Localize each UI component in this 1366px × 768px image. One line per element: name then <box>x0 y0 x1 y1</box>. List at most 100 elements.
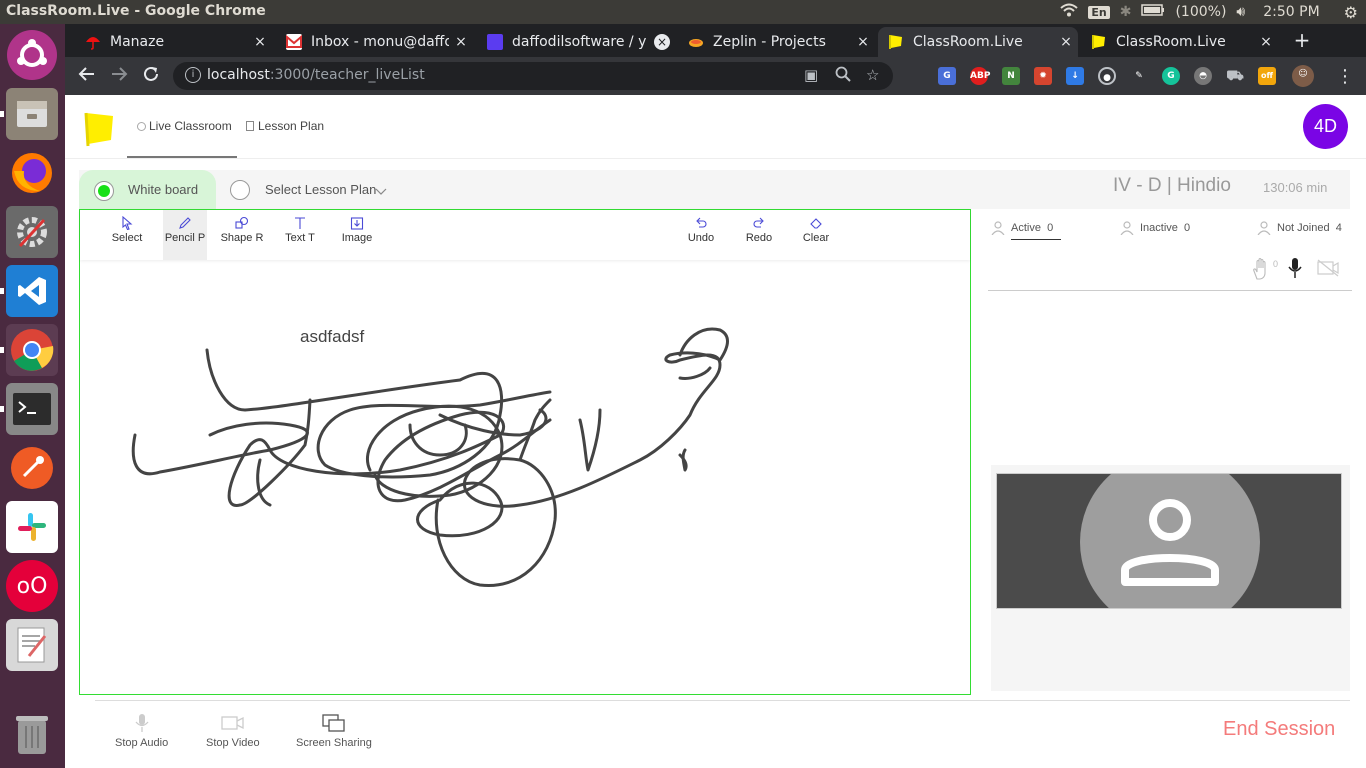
bug-extension-icon[interactable]: ✹ <box>1034 67 1052 85</box>
adblock-extension-icon[interactable]: ABP <box>970 67 990 85</box>
clear-button[interactable]: Clear <box>794 210 838 260</box>
inactive-participants-tab[interactable]: Inactive 0 <box>1120 221 1190 235</box>
home-off-extension-icon[interactable]: off <box>1258 67 1276 85</box>
keyboard-language-indicator[interactable]: En <box>1088 5 1110 19</box>
shape-tool-button[interactable]: Shape R <box>220 210 264 260</box>
nav-live-classroom[interactable]: Live Classroom <box>137 119 232 133</box>
files-running-indicator <box>0 111 4 117</box>
cart-extension-icon[interactable]: ⛟ <box>1226 67 1244 85</box>
new-tab-button[interactable]: + <box>1290 28 1314 52</box>
clock[interactable]: 2:50 PM <box>1263 4 1319 20</box>
volume-icon[interactable]: 🔊︎ <box>1236 4 1245 20</box>
terminal-icon[interactable] <box>6 383 58 435</box>
eraser-icon <box>810 218 822 229</box>
zoom-icon[interactable] <box>835 66 851 86</box>
whiteboard-toolbar: Select Pencil P Shape R Text T Image Und… <box>80 210 970 260</box>
tab-inbox[interactable]: Inbox - monu@daffo × <box>276 27 473 57</box>
ubuntu-icon[interactable] <box>7 30 57 80</box>
close-icon[interactable]: × <box>1254 34 1278 50</box>
chrome-menu-icon[interactable]: ⋮ <box>1333 65 1357 89</box>
slack-icon[interactable] <box>6 501 58 553</box>
video-area <box>991 465 1350 691</box>
screen-sharing-button[interactable]: Screen Sharing <box>296 709 372 749</box>
address-bar[interactable]: i localhost:3000/teacher_liveList ▣ ☆ <box>173 62 893 90</box>
files-icon[interactable] <box>6 88 58 140</box>
teacher-video-tile[interactable] <box>996 473 1342 609</box>
white-board-tab[interactable]: White board <box>79 170 216 210</box>
close-icon[interactable]: × <box>449 34 473 50</box>
white-board-radio[interactable] <box>94 181 114 201</box>
forward-arrow-icon[interactable] <box>107 65 131 89</box>
profile-avatar-icon[interactable]: ☺ <box>1292 65 1314 87</box>
back-arrow-icon[interactable] <box>75 65 99 89</box>
active-participants-tab[interactable]: Active 0 <box>991 221 1053 235</box>
zeplin-icon <box>688 34 704 50</box>
video-off-icon[interactable] <box>1317 259 1339 281</box>
chevron-down-icon[interactable] <box>375 182 387 201</box>
stop-video-button[interactable]: Stop Video <box>206 709 260 749</box>
firefox-icon[interactable] <box>6 147 58 199</box>
close-icon[interactable]: × <box>1054 34 1078 50</box>
text-icon <box>295 217 305 229</box>
redo-icon <box>753 217 764 228</box>
canvas-text: asdfadsf <box>300 327 365 346</box>
grammarly-extension-icon[interactable]: G <box>1162 67 1180 85</box>
microphone-icon[interactable] <box>1287 257 1303 283</box>
tab-classroom-live-active[interactable]: ClassRoom.Live × <box>878 27 1078 57</box>
download-extension-icon[interactable]: ↓ <box>1066 67 1084 85</box>
camera-blocked-icon[interactable]: ▣ <box>804 66 818 84</box>
drawing-canvas[interactable]: asdfadsf <box>80 260 970 694</box>
classroom-flag-icon <box>1091 34 1107 50</box>
select-tool-button[interactable]: Select <box>105 210 149 260</box>
close-icon[interactable]: × <box>654 34 670 50</box>
raise-hand-icon[interactable] <box>1251 257 1273 285</box>
site-info-icon[interactable]: i <box>185 67 201 83</box>
chrome-icon[interactable] <box>6 324 58 376</box>
tab-manaze[interactable]: Manaze × <box>75 27 272 57</box>
close-icon[interactable]: × <box>851 34 875 50</box>
system-gear-icon[interactable]: ⚙ <box>1344 3 1358 22</box>
nodejs-extension-icon[interactable]: N <box>1002 67 1020 85</box>
end-session-button[interactable]: End Session <box>1223 718 1335 741</box>
vscode-icon[interactable] <box>6 265 58 317</box>
classroom-logo[interactable] <box>83 111 115 147</box>
board-mode-bar: White board Select Lesson Plan IV - D | … <box>79 170 1350 210</box>
close-icon[interactable]: × <box>248 34 272 50</box>
bluetooth-icon[interactable]: ✱ <box>1120 4 1132 20</box>
terminal-running-indicator <box>0 406 4 412</box>
redo-button[interactable]: Redo <box>737 210 781 260</box>
tab-classroom-live[interactable]: ClassRoom.Live × <box>1081 27 1278 57</box>
tab-daffodilsoftware[interactable]: daffodilsoftware / y × <box>477 27 674 57</box>
stop-audio-button[interactable]: Stop Audio <box>115 709 168 749</box>
target-extension-icon[interactable]: ● <box>1098 67 1116 85</box>
select-lesson-plan-dropdown[interactable]: Select Lesson Plan <box>265 182 376 197</box>
not-joined-participants-tab[interactable]: Not Joined 4 <box>1257 221 1342 235</box>
class-section-subject: IV - D | Hindio <box>1113 175 1231 196</box>
battery-icon[interactable] <box>1141 4 1165 20</box>
trash-icon[interactable] <box>6 708 58 760</box>
undo-button[interactable]: Undo <box>679 210 723 260</box>
user-avatar[interactable]: 4D <box>1303 104 1348 149</box>
settings-icon[interactable] <box>6 206 58 258</box>
reload-icon[interactable] <box>139 65 163 89</box>
not-joined-count: 4 <box>1335 221 1342 234</box>
url-text: localhost:3000/teacher_liveList <box>207 67 425 83</box>
text-editor-icon[interactable] <box>6 619 58 671</box>
nav-active-underline <box>127 156 237 158</box>
wifi-icon[interactable] <box>1060 3 1079 21</box>
pencil-tool-button[interactable]: Pencil P <box>163 210 207 260</box>
postman-icon[interactable] <box>6 442 58 494</box>
participant-controls: 0 <box>1251 255 1341 283</box>
shapes-icon <box>235 216 249 229</box>
bookmark-star-icon[interactable]: ☆ <box>866 66 879 84</box>
nav-lesson-plan[interactable]: Lesson Plan <box>246 119 324 133</box>
lesson-plan-radio[interactable] <box>230 180 250 200</box>
tab-zeplin[interactable]: Zeplin - Projects × <box>678 27 875 57</box>
ubuntu-launcher: oO <box>0 24 65 768</box>
translate-extension-icon[interactable]: G <box>938 67 956 85</box>
incognito-extension-icon[interactable]: ◓ <box>1194 67 1212 85</box>
text-tool-button[interactable]: Text T <box>278 210 322 260</box>
image-tool-button[interactable]: Image <box>335 210 379 260</box>
pen-extension-icon[interactable]: ✎ <box>1130 67 1148 85</box>
oo-icon[interactable]: oO <box>6 560 58 612</box>
